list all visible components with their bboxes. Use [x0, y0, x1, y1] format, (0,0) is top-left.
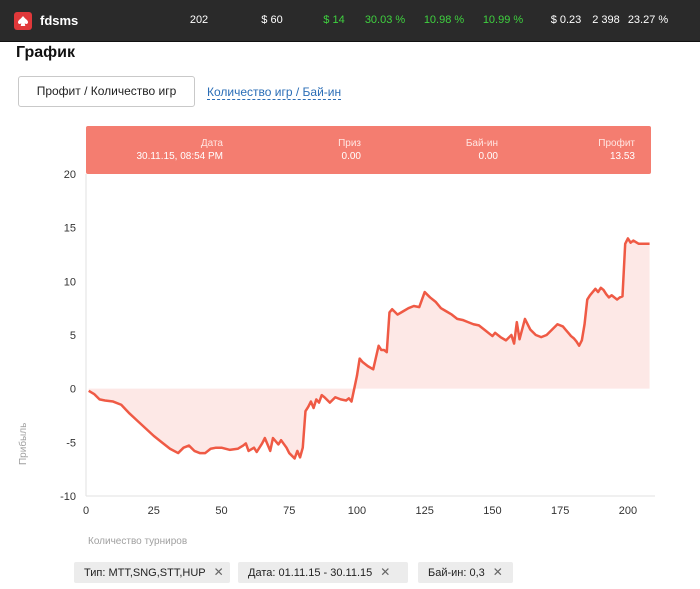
profit-area-fill	[88, 238, 650, 459]
filter-chip-date: Дата: 01.11.15 - 30.11.15 ✕	[238, 562, 408, 583]
y-tick-label: 20	[64, 169, 76, 181]
tooltip-buyin: Бай-ин 0.00	[426, 137, 498, 163]
filter-chip-buyin-label: Бай-ин: 0,3	[428, 567, 485, 579]
x-tick-label: 125	[416, 505, 434, 517]
filter-chip-type: Тип: MTT,SNG,STT,HUP ✕	[74, 562, 230, 583]
filter-chip-buyin: Бай-ин: 0,3 ✕	[418, 562, 513, 583]
tooltip-profit-label: Профит	[598, 138, 635, 149]
tooltip-profit-value: 13.53	[609, 151, 635, 162]
tooltip-date: Дата 30.11.15, 08:54 PM	[86, 137, 223, 163]
chart-tooltip: Дата 30.11.15, 08:54 PM Приз 0.00 Бай-ин…	[86, 126, 651, 174]
profit-chart: 20151050-5-100 25 50 75 100 125 150 175 200	[60, 169, 655, 517]
y-tick-label: -10	[60, 491, 76, 503]
tooltip-date-label: Дата	[200, 138, 223, 149]
remove-filter-icon[interactable]: ✕	[214, 562, 224, 583]
y-tick-label: 0	[70, 384, 76, 396]
x-tick-label: 200	[619, 505, 637, 517]
tooltip-buyin-label: Бай-ин	[465, 138, 498, 149]
x-tick-label: 150	[483, 505, 501, 517]
y-axis-title: Прибыль	[18, 422, 29, 465]
filter-chip-date-label: Дата: 01.11.15 - 30.11.15	[248, 567, 373, 579]
tooltip-date-value: 30.11.15, 08:54 PM	[136, 151, 223, 162]
tooltip-buyin-value: 0.00	[478, 151, 498, 162]
tooltip-prize: Приз 0.00	[286, 137, 361, 163]
remove-filter-icon[interactable]: ✕	[493, 562, 503, 583]
x-tick-label: 25	[148, 505, 160, 517]
tooltip-prize-value: 0.00	[341, 151, 361, 162]
x-tick-label: 0	[83, 505, 89, 517]
x-axis-title: Количество турниров	[88, 536, 188, 547]
y-tick-label: -5	[66, 437, 76, 449]
x-tick-label: 75	[283, 505, 295, 517]
y-tick-label: 5	[70, 330, 76, 342]
y-tick-label: 10	[64, 276, 76, 288]
remove-filter-icon[interactable]: ✕	[380, 562, 390, 583]
x-tick-label: 100	[348, 505, 366, 517]
tooltip-prize-label: Приз	[338, 138, 361, 149]
x-tick-label: 175	[551, 505, 569, 517]
x-tick-label: 50	[215, 505, 227, 517]
y-tick-label: 15	[64, 223, 76, 235]
tooltip-profit: Профит 13.53	[556, 137, 635, 163]
filter-chip-type-label: Тип: MTT,SNG,STT,HUP	[84, 567, 206, 579]
